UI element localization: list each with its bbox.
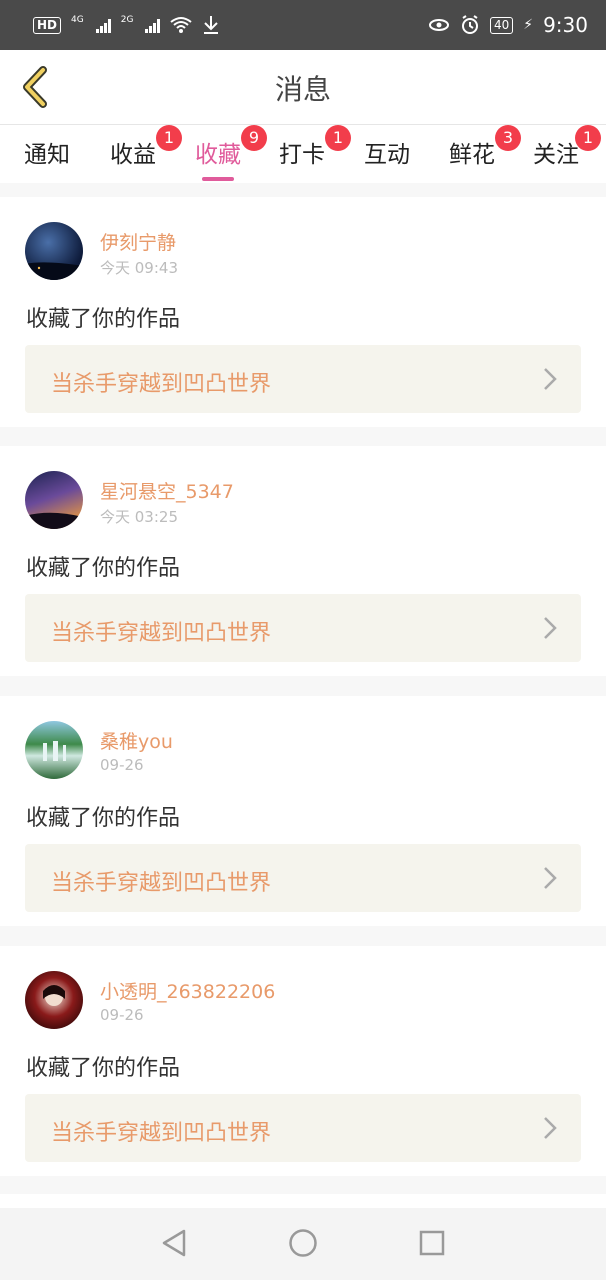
tab-notice[interactable]: 通知	[24, 135, 70, 169]
alarm-icon	[461, 15, 478, 34]
avatar[interactable]	[25, 471, 83, 529]
message-text: 收藏了你的作品	[26, 1056, 181, 1081]
work-link[interactable]: 当杀手穿越到凹凸世界	[25, 594, 581, 662]
message-time: 今天 09:43	[100, 259, 178, 277]
tab-label: 收藏	[195, 142, 241, 168]
system-nav-bar	[0, 1208, 606, 1280]
message-text: 收藏了你的作品	[26, 307, 181, 332]
username[interactable]: 伊刻宁静	[100, 228, 176, 255]
hd-indicator: HD	[33, 16, 62, 34]
message-text: 收藏了你的作品	[26, 806, 181, 831]
message-time: 今天 03:25	[100, 508, 178, 526]
message-card: 桑稚you 09-26 收藏了你的作品 当杀手穿越到凹凸世界	[0, 696, 606, 926]
clock: 9:30	[543, 13, 588, 37]
tab-favorites[interactable]: 收藏 9	[195, 125, 267, 181]
home-circle-icon[interactable]	[288, 1228, 318, 1258]
wifi-icon	[170, 17, 193, 33]
message-text: 收藏了你的作品	[26, 556, 181, 581]
avatar[interactable]	[25, 721, 83, 779]
status-left: HD 4G 2G	[33, 15, 220, 35]
download-icon	[204, 16, 219, 34]
message-card: 小透明_263822206 09-26 收藏了你的作品 当杀手穿越到凹凸世界	[0, 946, 606, 1176]
network-type-2: 2G	[120, 15, 134, 25]
back-triangle-icon[interactable]	[160, 1228, 188, 1258]
tab-badge: 1	[575, 125, 601, 151]
username[interactable]: 桑稚you	[100, 727, 173, 754]
recents-square-icon[interactable]	[418, 1228, 446, 1258]
tab-bar: 通知 收益 1 收藏 9 打卡 1 互动 鲜花 3 关注 1	[0, 125, 606, 183]
network-type-1: 4G	[71, 15, 84, 25]
tab-badge: 1	[325, 125, 351, 151]
message-card: 伊刻宁静 今天 09:43 收藏了你的作品 当杀手穿越到凹凸世界	[0, 197, 606, 427]
chevron-right-icon	[544, 1117, 557, 1139]
page-title: 消息	[274, 73, 331, 106]
work-link[interactable]: 当杀手穿越到凹凸世界	[25, 1094, 581, 1162]
status-bar: HD 4G 2G 40 ⚡ 9:30	[0, 0, 606, 50]
tab-label: 关注	[533, 142, 579, 168]
chevron-right-icon	[544, 368, 557, 390]
work-title: 当杀手穿越到凹凸世界	[51, 871, 272, 896]
battery-icon: 40	[489, 16, 514, 34]
work-title: 当杀手穿越到凹凸世界	[51, 1121, 272, 1146]
message-card-partial	[0, 1194, 606, 1208]
message-time: 09-26	[100, 756, 144, 774]
avatar[interactable]	[25, 222, 83, 280]
username[interactable]: 小透明_263822206	[100, 977, 275, 1004]
eye-icon	[428, 19, 449, 31]
tab-label: 鲜花	[449, 142, 495, 168]
signal-icon-2	[145, 17, 161, 33]
avatar[interactable]	[25, 971, 83, 1029]
tab-badge: 1	[156, 125, 182, 151]
tab-earnings[interactable]: 收益 1	[110, 125, 182, 169]
tab-interaction[interactable]: 互动	[364, 135, 410, 169]
chevron-right-icon	[544, 617, 557, 639]
work-title: 当杀手穿越到凹凸世界	[51, 621, 272, 646]
tab-follow[interactable]: 关注 1	[533, 125, 601, 169]
signal-icon	[95, 17, 111, 33]
chevron-right-icon	[544, 867, 557, 889]
tab-label: 打卡	[279, 142, 325, 168]
tab-label: 收益	[110, 142, 156, 168]
tab-flowers[interactable]: 鲜花 3	[449, 125, 521, 169]
message-time: 09-26	[100, 1006, 144, 1024]
tab-label: 通知	[24, 142, 70, 168]
top-header: 消息	[0, 50, 606, 125]
work-title: 当杀手穿越到凹凸世界	[51, 372, 272, 397]
message-card: 星河悬空_5347 今天 03:25 收藏了你的作品 当杀手穿越到凹凸世界	[0, 446, 606, 676]
status-right: 40 ⚡ 9:30	[428, 13, 588, 37]
work-link[interactable]: 当杀手穿越到凹凸世界	[25, 345, 581, 413]
active-tab-indicator	[202, 177, 234, 181]
charging-icon: ⚡	[523, 17, 534, 33]
tab-badge: 3	[495, 125, 521, 151]
tab-label: 互动	[364, 142, 410, 168]
work-link[interactable]: 当杀手穿越到凹凸世界	[25, 844, 581, 912]
tab-checkin[interactable]: 打卡 1	[279, 125, 351, 169]
tab-badge: 9	[241, 125, 267, 151]
username[interactable]: 星河悬空_5347	[100, 477, 234, 504]
